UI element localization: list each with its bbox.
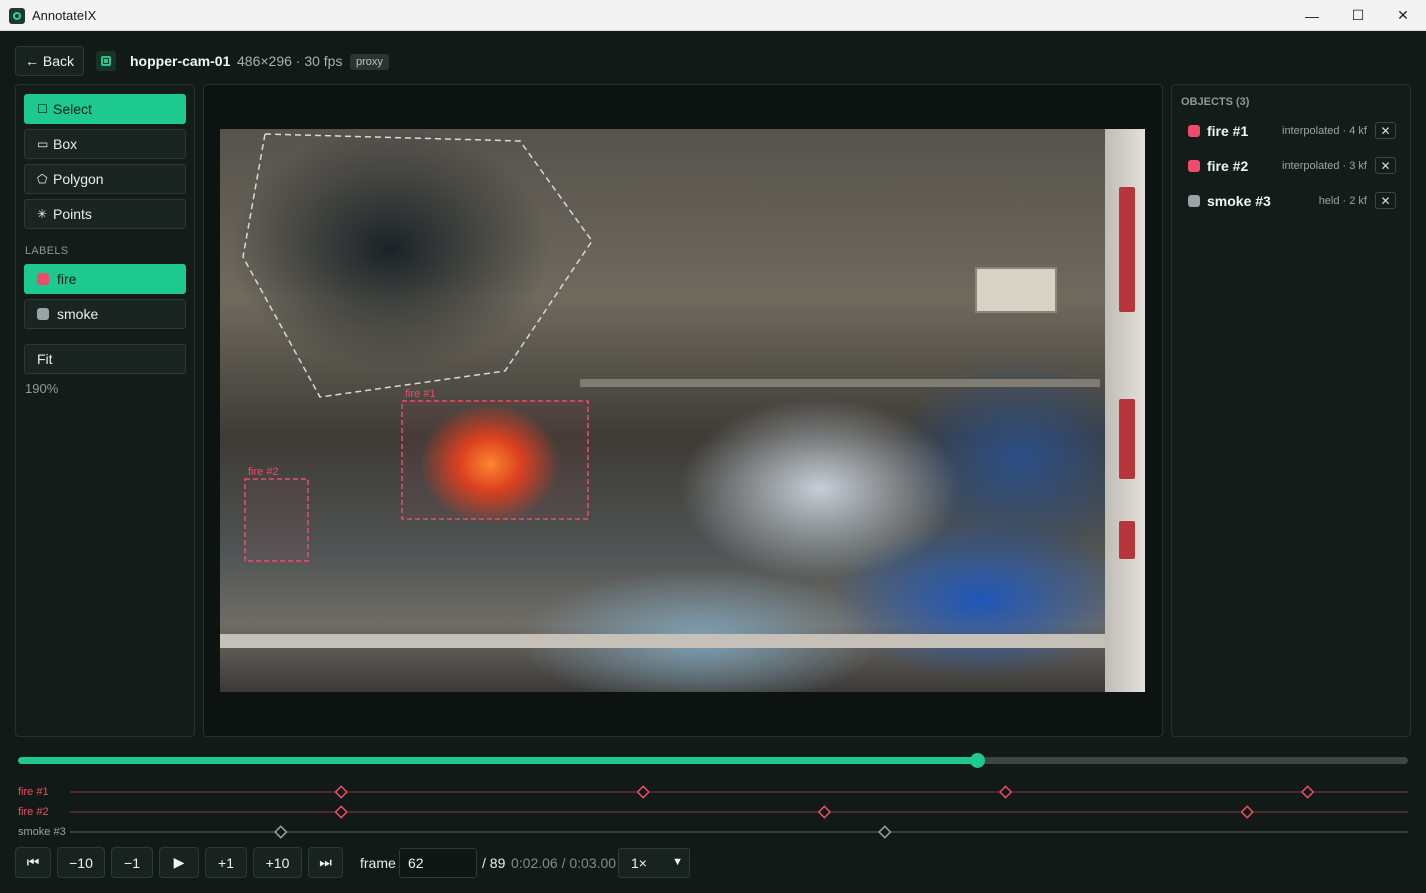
app-logo-icon [9,8,25,24]
keyframe-marker[interactable] [817,805,832,819]
label-name: smoke [57,306,99,322]
fire-2-box-annotation[interactable] [244,478,309,562]
polygon-tool-button[interactable]: ⬠ Polygon [24,164,186,194]
object-name: fire #2 [1207,158,1249,174]
label-fire-button[interactable]: fire [24,264,186,294]
close-window-button[interactable]: ✕ [1380,0,1426,31]
object-color-swatch [1188,160,1200,172]
fit-button[interactable]: Fit [24,344,186,374]
fire-1-box-label: fire #1 [405,388,436,400]
frame-label: frame [360,855,396,871]
proxy-badge: proxy [350,54,389,70]
object-name: fire #1 [1207,123,1249,139]
tool-label: Polygon [53,171,104,187]
object-status: interpolated · 4 kf [1282,125,1367,137]
fire-2-box-label: fire #2 [248,466,279,478]
label-name: fire [57,271,77,287]
playback-speed-select[interactable]: 1× ▼ [618,848,690,878]
labels-heading: LABELS [25,245,69,257]
polygon-icon: ⬠ [37,172,48,186]
back-10-button[interactable]: −10 [57,847,105,878]
zoom-level: 190% [25,381,59,396]
box-icon: ▭ [37,137,49,151]
keyframe-marker[interactable] [636,785,650,799]
object-color-swatch [1188,195,1200,207]
video-frame[interactable]: fire #1 fire #2 [220,129,1145,692]
object-status: held · 2 kf [1318,195,1367,207]
object-row[interactable]: fire #1 interpolated · 4 kf ✕ [1188,121,1396,141]
object-row[interactable]: fire #2 interpolated · 3 kf ✕ [1188,156,1396,176]
canvas-panel: fire #1 fire #2 [203,84,1163,737]
maximize-button[interactable]: ☐ [1335,0,1381,31]
timeline-scrubber[interactable] [18,753,1408,768]
back-button[interactable]: ← Back [15,46,84,76]
keyframe-marker[interactable] [334,805,348,819]
points-icon: ✳ [37,207,48,221]
label-color-swatch [37,308,49,320]
object-name: smoke #3 [1207,193,1271,209]
file-meta: 486×296 · 30 fps [237,53,343,69]
delete-object-icon[interactable]: ✕ [1375,122,1396,139]
object-color-swatch [1188,125,1200,137]
fire-1-box-annotation[interactable] [401,400,589,520]
forward-10-button[interactable]: +10 [253,847,302,878]
keyframe-marker[interactable] [274,825,288,839]
points-tool-button[interactable]: ✳ Points [24,199,186,229]
keyframe-tracks[interactable] [0,780,1426,840]
objects-panel: OBJECTS (3) fire #1 interpolated · 4 kf … [1171,84,1411,737]
keyframe-marker[interactable] [334,785,348,799]
object-row[interactable]: smoke #3 held · 2 kf ✕ [1188,191,1396,211]
back-1-button[interactable]: −1 [111,847,153,878]
keyframe-marker[interactable] [998,785,1013,799]
annotation-overlay[interactable]: fire #1 fire #2 [220,129,1145,692]
tools-panel: ☐ Select ▭ Box ⬠ Polygon ✳ Points LABELS… [15,84,195,737]
play-button[interactable]: ▶ [159,847,199,878]
minimize-button[interactable]: — [1289,0,1335,31]
first-frame-button[interactable]: ⏮ [15,847,51,878]
smoke-polygon-annotation[interactable] [242,133,593,398]
select-icon: ☐ [37,102,48,116]
keyframe-marker[interactable] [878,825,892,839]
frame-number-input[interactable] [399,848,477,878]
keyframe-marker[interactable] [1300,785,1315,799]
keyframe-marker[interactable] [1240,805,1254,819]
object-status: interpolated · 3 kf [1282,160,1367,172]
scrubber-progress [18,757,978,764]
timecode: 0:02.06 / 0:03.00 [511,855,617,871]
file-name: hopper-cam-01 [130,53,231,69]
title-bar: AnnotateIX — ☐ ✕ [0,0,1426,31]
forward-1-button[interactable]: +1 [205,847,247,878]
tool-label: Points [53,206,92,222]
label-smoke-button[interactable]: smoke [24,299,186,329]
label-color-swatch [37,273,49,285]
tool-label: Select [53,101,92,117]
last-frame-button[interactable]: ⏭ [308,847,343,878]
objects-heading: OBJECTS (3) [1181,96,1250,108]
select-tool-button[interactable]: ☐ Select [24,94,186,124]
speed-value: 1× [631,855,647,871]
chevron-down-icon: ▼ [672,856,683,868]
delete-object-icon[interactable]: ✕ [1375,192,1396,209]
box-tool-button[interactable]: ▭ Box [24,129,186,159]
tool-label: Box [53,136,78,152]
scrubber-handle[interactable] [970,753,986,768]
frame-total: / 89 [482,855,506,871]
video-file-icon [96,51,116,71]
window-title: AnnotateIX [32,8,97,23]
delete-object-icon[interactable]: ✕ [1375,157,1396,174]
